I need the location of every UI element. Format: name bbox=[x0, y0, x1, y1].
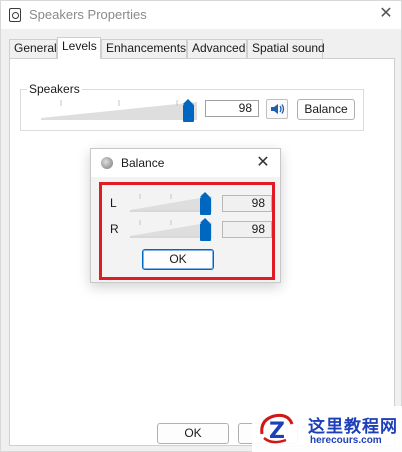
slider-thumb[interactable] bbox=[200, 218, 211, 241]
right-channel-label: R bbox=[110, 222, 119, 236]
speaker-volume-icon bbox=[271, 104, 285, 114]
watermark-logo: Z bbox=[260, 413, 294, 444]
slider-thumb[interactable] bbox=[183, 99, 194, 122]
balance-button[interactable]: Balance bbox=[297, 99, 355, 120]
speakers-volume-slider[interactable] bbox=[41, 98, 197, 122]
speakers-app-icon bbox=[9, 8, 21, 22]
window-title: Speakers Properties bbox=[29, 7, 147, 22]
left-channel-slider[interactable] bbox=[130, 192, 212, 215]
watermark-url: herecours.com bbox=[310, 435, 382, 446]
balance-dialog-title-bar: Balance ✕ bbox=[91, 149, 280, 177]
tab-spatial-sound[interactable]: Spatial sound bbox=[247, 39, 325, 58]
left-channel-value[interactable]: 98 bbox=[222, 195, 272, 212]
right-channel-slider[interactable] bbox=[130, 218, 212, 241]
balance-dialog-title: Balance bbox=[121, 156, 165, 170]
close-icon[interactable]: ✕ bbox=[375, 3, 397, 25]
close-icon[interactable]: ✕ bbox=[251, 151, 275, 175]
watermark: Z 这里教程网 herecours.com bbox=[252, 406, 402, 452]
svg-text:Z: Z bbox=[269, 419, 285, 444]
watermark-title: 这里教程网 bbox=[308, 417, 398, 437]
balance-dialog: Balance ✕ L 98 R 98 OK bbox=[90, 148, 281, 283]
tab-general[interactable]: General bbox=[9, 39, 57, 58]
balance-ok-button[interactable]: OK bbox=[142, 249, 214, 270]
mute-toggle-button[interactable] bbox=[266, 99, 288, 119]
slider-thumb[interactable] bbox=[200, 192, 211, 215]
balance-dialog-icon bbox=[101, 157, 113, 169]
speakers-group: Speakers 98 Balance bbox=[20, 82, 364, 131]
speakers-volume-value[interactable]: 98 bbox=[205, 100, 259, 117]
ok-button[interactable]: OK bbox=[157, 423, 229, 444]
balance-highlight-box: L 98 R 98 OK bbox=[99, 182, 275, 280]
title-bar: Speakers Properties ✕ bbox=[1, 1, 401, 29]
tab-levels[interactable]: Levels bbox=[57, 37, 101, 59]
speakers-group-label: Speakers bbox=[27, 82, 82, 96]
tab-enhancements[interactable]: Enhancements bbox=[101, 39, 187, 58]
right-channel-value[interactable]: 98 bbox=[222, 221, 272, 238]
left-channel-label: L bbox=[110, 196, 117, 210]
slider-track bbox=[41, 100, 197, 120]
tab-advanced[interactable]: Advanced bbox=[187, 39, 247, 58]
